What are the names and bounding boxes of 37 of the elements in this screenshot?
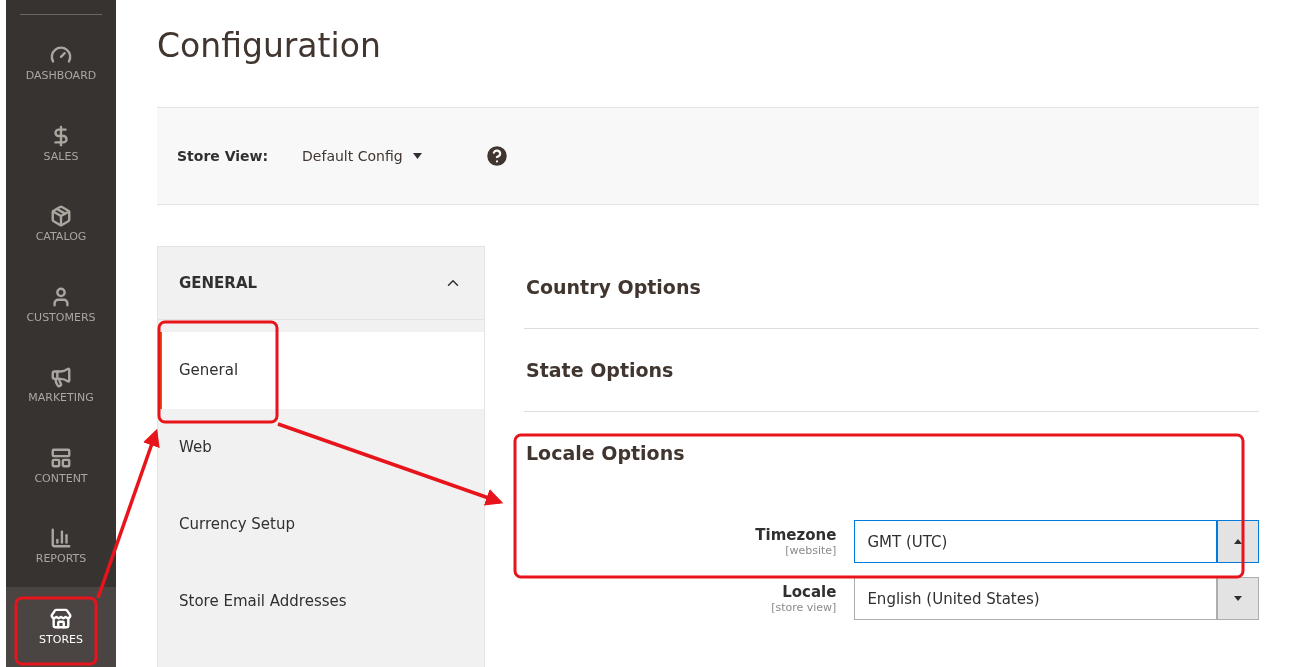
sidebar-item[interactable]: REPORTS <box>6 505 116 587</box>
scope-dropdown[interactable]: Default Config <box>302 148 422 164</box>
stores-icon <box>50 607 72 630</box>
customers-icon <box>50 285 72 308</box>
sidebar-item[interactable]: CATALOG <box>6 183 116 265</box>
select-field[interactable]: GMT (UTC) <box>854 520 1218 563</box>
section-title[interactable]: Locale Options <box>524 412 1259 496</box>
nav-item[interactable]: Web <box>158 409 484 486</box>
page-title: Configuration <box>157 26 382 65</box>
sidebar-item[interactable]: STORES <box>6 586 116 667</box>
field-label: Locale <box>781 583 837 601</box>
sidebar-item[interactable]: CONTENT <box>6 425 116 506</box>
caret-icon <box>1234 596 1243 601</box>
nav-item[interactable]: General <box>158 332 484 409</box>
section-title[interactable]: State Options <box>524 329 1259 413</box>
sidebar-item[interactable]: DASHBOARD <box>6 22 116 104</box>
nav-item[interactable]: Currency Setup <box>158 486 484 563</box>
select-toggle[interactable] <box>1217 520 1259 563</box>
section-title[interactable]: Country Options <box>524 246 1259 330</box>
sidebar-item[interactable]: MARKETING <box>6 344 116 426</box>
reports-icon <box>50 527 72 550</box>
scope-hint: [store view] <box>770 601 837 614</box>
catalog-icon <box>50 205 72 228</box>
select-toggle[interactable] <box>1217 577 1259 620</box>
scope-hint: [website] <box>784 544 837 557</box>
sidebar-item[interactable]: CUSTOMERS <box>6 264 116 345</box>
field-label: Timezone <box>754 526 837 544</box>
scope-label: Store View: <box>177 148 269 164</box>
marketing-icon <box>50 366 72 389</box>
tab-group-header[interactable]: GENERAL <box>158 247 484 320</box>
caret-icon <box>412 153 422 159</box>
nav-item[interactable]: Store Email Addresses <box>158 563 484 640</box>
select-field[interactable]: English (United States) <box>854 577 1218 620</box>
caret-icon <box>1234 539 1243 544</box>
group-title: GENERAL <box>179 274 258 292</box>
sidebar-item[interactable]: SALES <box>6 103 116 184</box>
content-icon <box>50 446 72 469</box>
